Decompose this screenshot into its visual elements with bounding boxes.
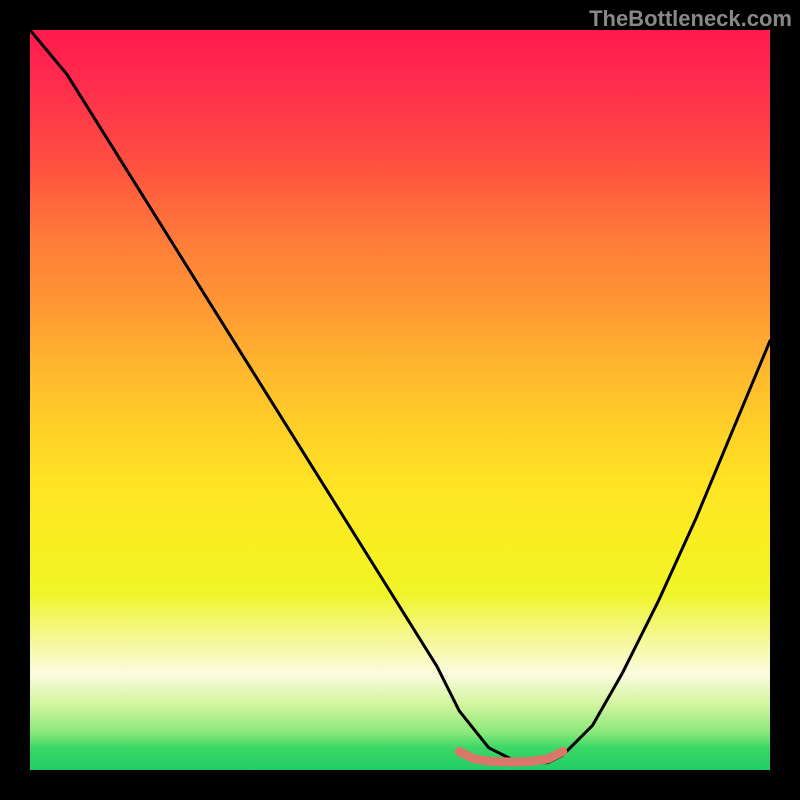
plot-background <box>30 30 770 770</box>
watermark-text: TheBottleneck.com <box>589 6 792 32</box>
chart-container: TheBottleneck.com <box>0 0 800 800</box>
